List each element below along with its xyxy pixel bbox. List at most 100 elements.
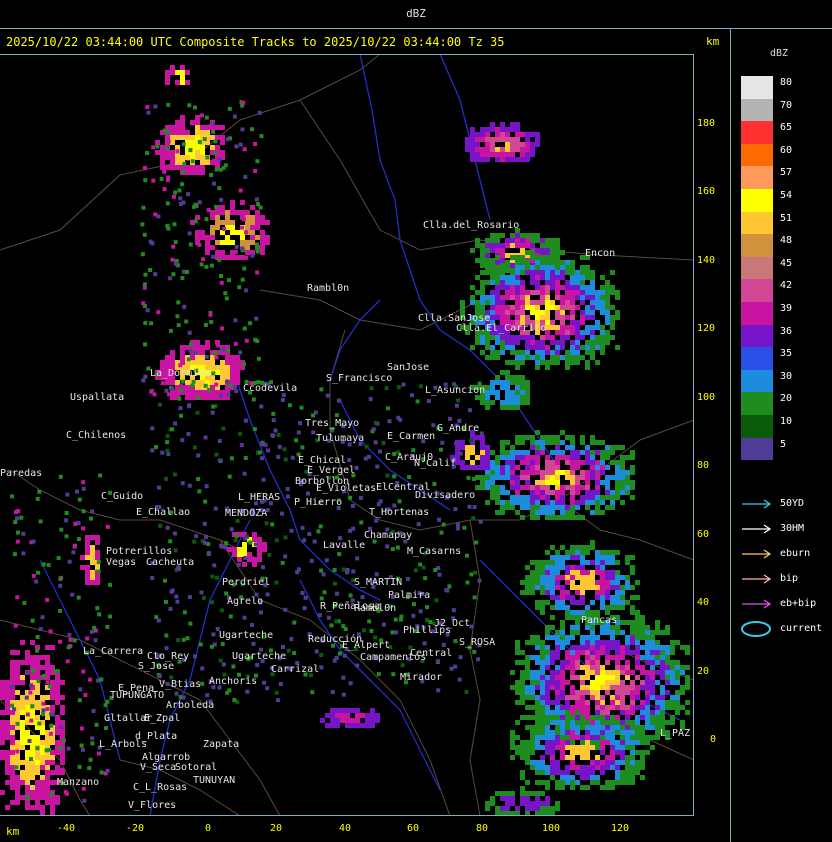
place-label: Uspallata — [70, 392, 125, 403]
legend-label: 42 — [780, 280, 793, 292]
x-tick: -40 — [56, 823, 76, 834]
place-label: MENDOZA — [225, 508, 268, 519]
place-label: C_Chilenos — [66, 430, 127, 441]
place-label: Rambl0n — [307, 283, 350, 294]
current-ellipse-icon — [741, 621, 771, 637]
place-label: Ugarteche — [232, 651, 287, 662]
place-label: L_Asuncion — [425, 385, 486, 396]
place-label: S_ROSA — [459, 637, 496, 648]
place-label: G_Andre — [437, 423, 480, 434]
x-tick: 0 — [204, 823, 212, 834]
place-label: Ccodevila — [243, 383, 298, 394]
place-label: Tres_Mayo — [305, 418, 360, 429]
place-label: La_Carrera — [83, 646, 144, 657]
y-tick: 40 — [697, 597, 710, 608]
place-label: L_HERAS — [238, 492, 281, 503]
place-label: C_L_Rosas — [133, 782, 188, 793]
legend-swatch — [741, 415, 773, 438]
y-tick: 100 — [697, 392, 716, 403]
legend-label: 70 — [780, 99, 793, 111]
place-label: Pancas — [581, 615, 618, 626]
y-tick: 180 — [697, 118, 716, 129]
place-label: TUNUYAN — [193, 775, 236, 786]
legend-label: 45 — [780, 257, 793, 269]
place-label: N_Calif — [414, 458, 457, 469]
track-label: eb+bip — [780, 598, 817, 609]
place-label: S_MARTIN — [354, 577, 403, 588]
place-label: S_Jose — [138, 661, 175, 672]
place-label: V_Btias — [159, 679, 202, 690]
track-arrow-icon — [742, 574, 772, 584]
place-label: S_Francisco — [326, 373, 393, 384]
track-arrow-icon — [742, 599, 772, 609]
place-label: L_PAZ — [660, 728, 691, 739]
legend-swatch — [741, 302, 773, 325]
legend-label: 30 — [780, 370, 793, 382]
legend-swatch — [741, 392, 773, 415]
place-label: Potrerillos — [106, 546, 173, 557]
track-label: 50YD — [780, 498, 805, 509]
place-label: E_Violetas — [316, 483, 377, 494]
place-label: Agrelo — [227, 596, 264, 607]
place-label: Cacheuta — [146, 557, 195, 568]
legend-label: 5 — [780, 438, 787, 450]
x-tick: 120 — [610, 823, 630, 834]
y-tick: 0 — [710, 734, 717, 745]
place-label: T_Hortenas — [369, 507, 430, 518]
track-arrow-icon — [742, 499, 772, 509]
place-label: L_Arbols — [99, 739, 148, 750]
place-label: V_Seca — [140, 762, 177, 773]
place-label: SanJose — [387, 362, 430, 373]
place-label: Sotoral — [175, 762, 218, 773]
place-label: Rambl0n — [354, 603, 397, 614]
legend-label: 39 — [780, 303, 793, 314]
x-tick: 60 — [406, 823, 420, 834]
place-label: Palmira — [388, 590, 431, 601]
legend-swatch — [741, 279, 773, 302]
place-label: Tulumaya — [316, 433, 365, 444]
place-label: C_Guido — [101, 491, 144, 502]
km-unit-top: km — [706, 35, 720, 48]
place-label: Anchoris — [209, 676, 258, 687]
legend-swatch — [741, 121, 773, 144]
legend-label: 35 — [780, 348, 793, 360]
legend-label: 48 — [780, 235, 793, 247]
y-tick: 60 — [697, 529, 710, 540]
x-tick: 20 — [269, 823, 283, 834]
place-label: E_Carmen — [387, 431, 436, 442]
place-label: Lavalle — [323, 540, 366, 551]
legend-label: 51 — [780, 212, 793, 224]
place-label: M_Casarns — [407, 546, 462, 557]
legend-swatch — [741, 437, 773, 461]
track-label: bip — [780, 573, 799, 584]
place-label: Central — [410, 648, 453, 659]
place-label: Zapata — [203, 739, 240, 750]
x-tick: 40 — [338, 823, 352, 834]
track-arrow-icon — [742, 549, 772, 559]
place-label: E_Challao — [136, 507, 191, 518]
place-label: Chamapay — [364, 530, 413, 541]
legend-title: dBZ — [770, 48, 789, 59]
km-unit-bottom: km — [6, 825, 20, 838]
place-label: Encon — [585, 248, 616, 259]
place-label: E_Alpert — [342, 640, 391, 651]
legend-swatch — [741, 369, 773, 393]
place-label: Mirador — [400, 672, 443, 683]
place-label: E_Vergel — [307, 465, 356, 476]
place-label: Phillips — [403, 625, 452, 636]
legend-swatch — [741, 166, 773, 189]
y-tick: 80 — [697, 460, 710, 471]
legend-swatch — [741, 143, 773, 167]
legend-swatch — [741, 98, 773, 122]
track-label: eburn — [780, 548, 811, 559]
x-tick: 80 — [475, 823, 489, 834]
place-label: V_Flores — [128, 800, 177, 811]
legend-swatch — [741, 324, 773, 348]
y-tick: 20 — [697, 666, 710, 677]
legend-swatch — [741, 234, 773, 257]
track-arrow-icon — [742, 524, 772, 534]
legend-swatch — [741, 347, 773, 370]
place-label: Clla.El_Carrito — [456, 323, 547, 334]
place-label: Arboleda — [166, 700, 215, 711]
legend-swatch — [741, 211, 773, 235]
